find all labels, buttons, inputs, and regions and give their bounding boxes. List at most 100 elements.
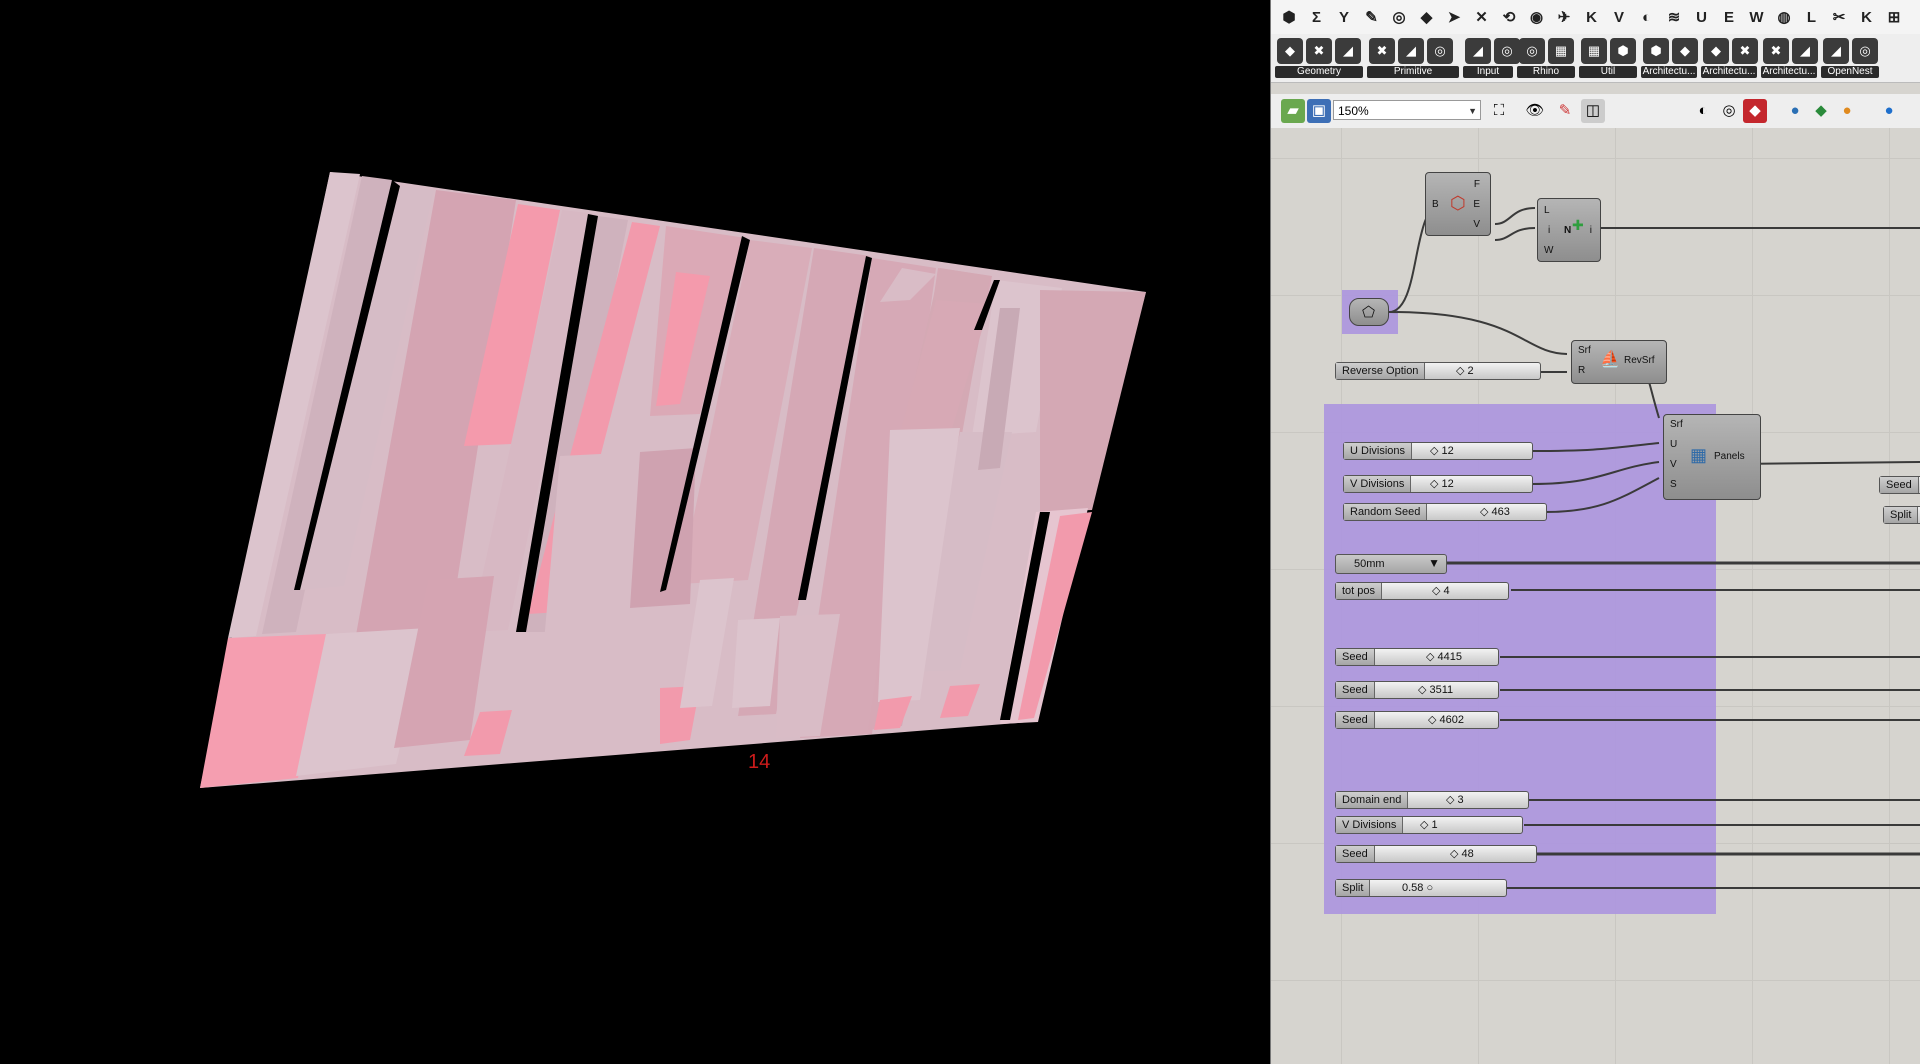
sketch-icon[interactable]: ✎: [1553, 99, 1577, 123]
grasshopper-canvas[interactable]: B F E V ⬡ L i W i N ✚ ⬠ Reverse Option ◇…: [1271, 128, 1920, 1064]
reverse-option-slider[interactable]: Reverse Option ◇ 2: [1335, 362, 1541, 380]
ribbon-tool-icon[interactable]: ◢: [1398, 38, 1424, 64]
panels-grid-icon: ▦: [1690, 445, 1708, 465]
component-tab-icon[interactable]: Y: [1334, 8, 1354, 28]
ribbon-tool-icon[interactable]: ✖: [1732, 38, 1758, 64]
tot-pos-slider[interactable]: tot pos ◇ 4: [1335, 582, 1509, 600]
component-tab-icon[interactable]: ◆: [1417, 8, 1437, 28]
mesh-icon[interactable]: ◆: [1809, 99, 1833, 123]
ribbon-tool-icon[interactable]: ◢: [1335, 38, 1361, 64]
render-sphere-icon[interactable]: ●: [1877, 99, 1901, 123]
split-slider[interactable]: Split 0.58 ○: [1335, 879, 1507, 897]
port-label: Srf: [1578, 345, 1591, 356]
ribbon-tool-icon[interactable]: ◢: [1823, 38, 1849, 64]
rhino-viewport[interactable]: 14: [0, 0, 1270, 1064]
ribbon-tool-icon[interactable]: ◢: [1792, 38, 1818, 64]
ribbon-group-label[interactable]: Architectu...: [1701, 66, 1757, 78]
component-tab-icon[interactable]: ⬢: [1279, 8, 1299, 28]
slider-label: Seed: [1336, 846, 1375, 862]
component-tab-icon[interactable]: ✂: [1829, 8, 1849, 28]
component-tab-icon[interactable]: V: [1609, 8, 1629, 28]
globe-icon[interactable]: ●: [1783, 99, 1807, 123]
component-tab-icon[interactable]: ✈: [1554, 8, 1574, 28]
v-divisions-slider[interactable]: V Divisions ◇ 1: [1335, 816, 1523, 834]
slider-label: Seed: [1336, 712, 1375, 728]
slider-value: 0.58 ○: [1402, 882, 1434, 894]
ribbon-group-label[interactable]: OpenNest: [1821, 66, 1879, 78]
seed-slider[interactable]: Seed ◇ 3511: [1335, 681, 1499, 699]
preview-selected-icon[interactable]: ◆: [1743, 99, 1767, 123]
color-sphere-icon[interactable]: ●: [1835, 99, 1859, 123]
component-tab-icon[interactable]: ◉: [1527, 8, 1547, 28]
revsrf-node[interactable]: Srf R ⛵ RevSrf: [1571, 340, 1667, 384]
component-tab-icon[interactable]: Σ: [1307, 8, 1327, 28]
component-tab-icon[interactable]: U: [1692, 8, 1712, 28]
value-list[interactable]: 50mm ▼: [1335, 554, 1447, 574]
domain-end-slider[interactable]: Domain end ◇ 3: [1335, 791, 1529, 809]
component-tab-icon[interactable]: ≋: [1664, 8, 1684, 28]
component-tab-icon[interactable]: ◐: [1637, 8, 1657, 28]
ribbon-group-label[interactable]: Primitive: [1367, 66, 1459, 78]
ribbon-group-label[interactable]: Util: [1579, 66, 1637, 78]
component-tab-icon[interactable]: L: [1802, 8, 1822, 28]
ribbon-tool-icon[interactable]: ✖: [1763, 38, 1789, 64]
slider-label: V Divisions: [1336, 817, 1404, 833]
save-file-icon[interactable]: ▣: [1307, 99, 1331, 123]
component-tab-icon[interactable]: ✕: [1472, 8, 1492, 28]
component-tab-icon[interactable]: ◎: [1389, 8, 1409, 28]
slider-value: ◇ 3511: [1418, 684, 1454, 696]
dropdown-arrow-icon[interactable]: ▼: [1428, 556, 1440, 570]
slider-label: Split: [1336, 880, 1371, 896]
component-tab-icon[interactable]: ◍: [1774, 8, 1794, 28]
ribbon-tool-icon[interactable]: ◆: [1703, 38, 1729, 64]
ribbon-tool-icon[interactable]: ◎: [1852, 38, 1878, 64]
ribbon-tool-icon[interactable]: ▦: [1548, 38, 1574, 64]
ribbon-group-label[interactable]: Input: [1463, 66, 1513, 78]
ribbon-group: ◎ ▦ Rhino: [1517, 38, 1575, 78]
component-tab-icon[interactable]: ⟲: [1499, 8, 1519, 28]
preview-wire-icon[interactable]: ◎: [1717, 99, 1741, 123]
split-slider-partial[interactable]: Split: [1883, 506, 1920, 524]
v-divisions-slider[interactable]: V Divisions ◇ 12: [1343, 475, 1533, 493]
ribbon-tool-icon[interactable]: ⬢: [1610, 38, 1636, 64]
seed-slider[interactable]: Seed ◇ 4602: [1335, 711, 1499, 729]
brep-components-node[interactable]: B F E V ⬡: [1425, 172, 1491, 236]
ribbon-tool-icon[interactable]: ◆: [1672, 38, 1698, 64]
component-tab-icon[interactable]: ⊞: [1884, 8, 1904, 28]
panels-node[interactable]: Srf U V S ▦ Panels: [1663, 414, 1761, 500]
slider-number: 2: [1467, 365, 1474, 377]
ribbon-tool-icon[interactable]: ✖: [1306, 38, 1332, 64]
preview-eye-icon[interactable]: 👁: [1523, 99, 1547, 123]
ribbon-tool-icon[interactable]: ◢: [1465, 38, 1491, 64]
ribbon-tool-icon[interactable]: ◆: [1277, 38, 1303, 64]
open-file-icon[interactable]: ▰: [1281, 99, 1305, 123]
u-divisions-slider[interactable]: U Divisions ◇ 12: [1343, 442, 1533, 460]
zoom-extents-icon[interactable]: ⛶: [1487, 99, 1511, 123]
preview-shaded-icon[interactable]: ◐: [1691, 99, 1715, 123]
component-tab-icon[interactable]: K: [1582, 8, 1602, 28]
ribbon-tool-icon[interactable]: ✖: [1369, 38, 1395, 64]
seed-slider[interactable]: Seed ◇ 48: [1335, 845, 1537, 863]
component-tab-icon[interactable]: K: [1857, 8, 1877, 28]
ribbon-tool-icon[interactable]: ▦: [1581, 38, 1607, 64]
component-tab-icon[interactable]: ✎: [1362, 8, 1382, 28]
ribbon-group-label[interactable]: Architectu...: [1761, 66, 1817, 78]
component-tab-icon[interactable]: ➤: [1444, 8, 1464, 28]
surface-param-node[interactable]: ⬠: [1349, 298, 1389, 326]
ribbon-group-label[interactable]: Geometry: [1275, 66, 1363, 78]
ribbon-tool-icon[interactable]: ⬢: [1643, 38, 1669, 64]
component-tab-icon[interactable]: W: [1747, 8, 1767, 28]
zoom-value: 150%: [1338, 104, 1369, 118]
seed-slider-partial[interactable]: Seed: [1879, 476, 1920, 494]
zoom-select[interactable]: 150% ▼: [1333, 100, 1481, 120]
canvas-mode-icon[interactable]: ◫: [1581, 99, 1605, 123]
seed-slider[interactable]: Seed ◇ 4415: [1335, 648, 1499, 666]
ribbon-tool-icon[interactable]: ◎: [1519, 38, 1545, 64]
ribbon-tool-icon[interactable]: ◎: [1427, 38, 1453, 64]
component-tab-icon[interactable]: E: [1719, 8, 1739, 28]
random-seed-slider[interactable]: Random Seed ◇ 463: [1343, 503, 1547, 521]
slider-label: tot pos: [1336, 583, 1383, 599]
ribbon-group-label[interactable]: Architectu...: [1641, 66, 1697, 78]
evaluate-curve-node[interactable]: L i W i N ✚: [1537, 198, 1601, 262]
ribbon-group-label[interactable]: Rhino: [1517, 66, 1575, 78]
